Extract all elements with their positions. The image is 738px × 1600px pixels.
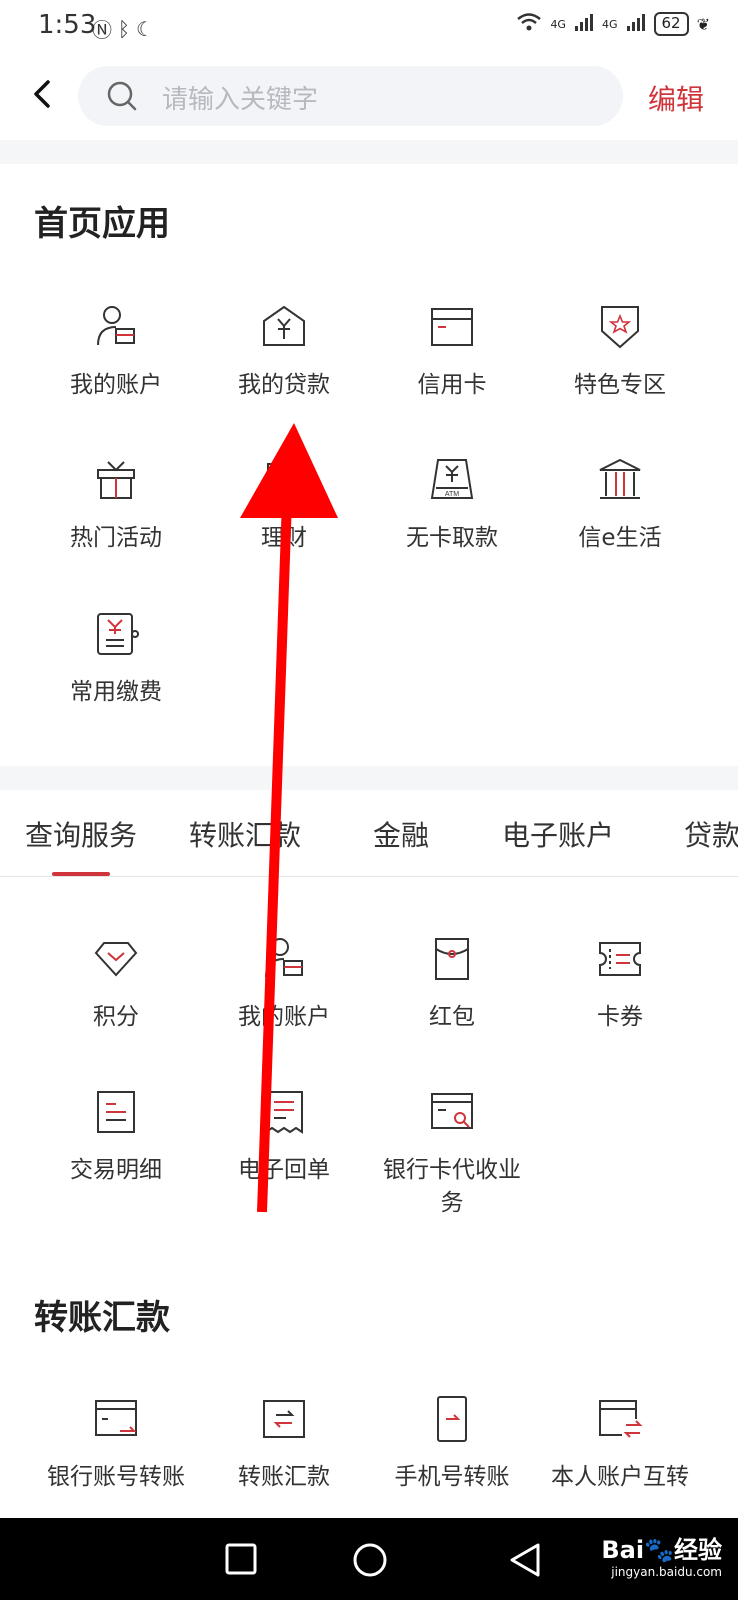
- home-app-label: 我的账户: [70, 372, 162, 398]
- home-app-label: 理财: [261, 525, 307, 551]
- home-app-label: 特色专区: [574, 372, 666, 398]
- bluetooth-icon: ᛒ: [118, 16, 130, 41]
- service-points[interactable]: 积分: [32, 935, 200, 1034]
- transfer-label: 本人账户互转: [551, 1464, 689, 1490]
- person-account-icon: [265, 938, 303, 978]
- header: 请输入关键字 编辑: [0, 60, 738, 130]
- document-icon: [97, 1091, 135, 1133]
- tab-query-services[interactable]: 查询服务: [25, 814, 137, 854]
- service-my-account[interactable]: 我的账户: [200, 935, 368, 1034]
- signal-label-1: 4G: [550, 17, 566, 31]
- leaf-icon: ❦: [696, 14, 710, 34]
- transfer-icon: [263, 1400, 305, 1438]
- service-red-envelope[interactable]: 红包: [368, 935, 536, 1034]
- section-title-home-apps: 首页应用: [34, 204, 170, 244]
- status-bar: 1:53 Ⓝ ᛒ ☾ 4G 4G 62 ❦: [0, 0, 738, 52]
- transfer-bank-account[interactable]: 银行账号转账: [32, 1395, 200, 1494]
- nfc-icon: Ⓝ: [92, 18, 112, 42]
- home-app-cardless-withdrawal[interactable]: ATM 无卡取款: [368, 456, 536, 555]
- home-app-my-loan[interactable]: 我的贷款: [200, 303, 368, 402]
- wifi-icon: [516, 12, 542, 36]
- divider-band: [0, 140, 738, 164]
- card-search-icon: [431, 1093, 473, 1129]
- battery-indicator: 62: [653, 12, 689, 36]
- signal-icon: [626, 12, 646, 36]
- status-left-icons: Ⓝ ᛒ ☾: [92, 14, 154, 43]
- transfer-label: 转账汇款: [238, 1464, 330, 1490]
- transfer-own-accounts[interactable]: 本人账户互转: [536, 1395, 704, 1494]
- transfer-label: 手机号转账: [394, 1464, 510, 1490]
- diamond-icon: [94, 942, 138, 977]
- service-card-collection[interactable]: 银行卡代收业务: [368, 1088, 536, 1220]
- search-icon: [107, 81, 137, 111]
- account-swap-icon: [599, 1400, 644, 1439]
- home-app-e-life[interactable]: 信e生活: [536, 456, 704, 555]
- transfer-label: 银行账号转账: [47, 1464, 185, 1490]
- edit-button[interactable]: 编辑: [648, 78, 704, 118]
- home-app-hot-events[interactable]: 热门活动: [32, 456, 200, 555]
- watermark: Bai🐾经验 jingyan.baidu.com: [601, 1530, 722, 1579]
- service-transaction-details[interactable]: 交易明细: [32, 1088, 200, 1187]
- coupon-icon: [599, 942, 641, 976]
- home-app-my-account[interactable]: 我的账户: [32, 303, 200, 402]
- search-input[interactable]: 请输入关键字: [78, 66, 623, 126]
- tab-e-account[interactable]: 电子账户: [502, 814, 614, 854]
- red-envelope-icon: [435, 938, 469, 980]
- section-title-transfer: 转账汇款: [34, 1298, 170, 1338]
- gift-icon: [97, 461, 135, 499]
- signal-label-2: 4G: [601, 17, 618, 31]
- home-icon[interactable]: [352, 1542, 388, 1578]
- atm-icon: ATM: [430, 459, 474, 499]
- back-icon[interactable]: [28, 78, 60, 110]
- category-tabs: 查询服务 转账汇款 金融 电子账户 贷款: [0, 790, 738, 877]
- bank-building-icon: [599, 458, 641, 499]
- service-label: 电子回单: [238, 1157, 330, 1183]
- service-label: 我的账户: [238, 1004, 330, 1030]
- watermark-url: jingyan.baidu.com: [611, 1565, 722, 1579]
- status-right-icons: 4G 4G 62 ❦: [516, 12, 710, 36]
- search-placeholder: 请输入关键字: [162, 85, 319, 115]
- home-app-label: 我的贷款: [238, 372, 330, 398]
- service-label: 交易明细: [70, 1157, 162, 1183]
- service-label: 红包: [429, 1004, 475, 1030]
- credit-card-icon: [431, 308, 473, 346]
- tab-loans[interactable]: 贷款: [684, 814, 738, 854]
- service-label: 积分: [93, 1004, 139, 1030]
- transfer-phone[interactable]: 手机号转账: [368, 1395, 536, 1494]
- service-e-receipt[interactable]: 电子回单: [200, 1088, 368, 1187]
- home-app-label: 常用缴费: [70, 679, 162, 705]
- active-tab-indicator: [52, 872, 110, 876]
- person-account-icon: [97, 306, 135, 346]
- service-coupons[interactable]: 卡券: [536, 935, 704, 1034]
- house-yen-icon: [263, 305, 305, 346]
- moon-icon: ☾: [136, 16, 154, 41]
- wealth-icon: [267, 463, 301, 497]
- home-app-wealth[interactable]: 理财: [200, 456, 368, 555]
- home-app-label: 信e生活: [578, 525, 662, 551]
- home-app-featured-zone[interactable]: 特色专区: [536, 303, 704, 402]
- signal-icon: [574, 12, 594, 36]
- receipt-icon: [265, 1091, 303, 1134]
- watermark-brand: Bai🐾经验: [601, 1536, 722, 1564]
- back-nav-icon[interactable]: [508, 1542, 542, 1578]
- service-label: 卡券: [597, 1004, 643, 1030]
- tab-finance[interactable]: 金融: [373, 814, 429, 854]
- home-app-label: 无卡取款: [406, 525, 498, 551]
- transfer-remittance[interactable]: 转账汇款: [200, 1395, 368, 1494]
- system-nav-bar: Bai🐾经验 jingyan.baidu.com: [0, 1518, 738, 1600]
- bill-yen-icon: [97, 613, 139, 655]
- home-app-label: 热门活动: [70, 525, 162, 551]
- home-app-label: 信用卡: [417, 372, 487, 398]
- home-app-credit-card[interactable]: 信用卡: [368, 303, 536, 402]
- phone-transfer-icon: [437, 1396, 467, 1442]
- star-shield-icon: [601, 306, 639, 349]
- tab-transfer[interactable]: 转账汇款: [189, 814, 301, 854]
- service-label: 银行卡代收业务: [383, 1157, 521, 1216]
- status-time: 1:53: [38, 10, 97, 40]
- svg-text:ATM: ATM: [445, 491, 459, 498]
- recent-apps-icon[interactable]: [224, 1542, 258, 1576]
- divider-band: [0, 766, 738, 790]
- card-transfer-icon: [95, 1400, 137, 1436]
- home-app-common-payments[interactable]: 常用缴费: [32, 610, 200, 709]
